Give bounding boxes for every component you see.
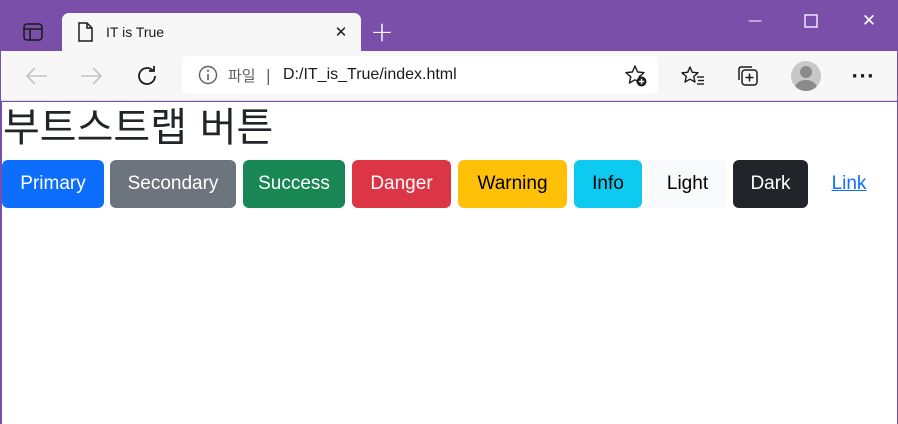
minimize-icon: — bbox=[748, 13, 762, 29]
profile-avatar[interactable] bbox=[791, 61, 821, 91]
address-bar[interactable]: 파일 | D:/IT_is_True/index.html bbox=[182, 56, 658, 94]
tab-actions-icon bbox=[23, 23, 43, 41]
forward-arrow-icon bbox=[81, 67, 102, 85]
page-title: 부트스트랩 버튼 bbox=[3, 105, 274, 151]
tab-bar: IT is True ✕ + — ✕ bbox=[1, 1, 897, 51]
page-icon bbox=[77, 22, 93, 42]
primary-button[interactable]: Primary bbox=[2, 160, 104, 208]
browser-window: IT is True ✕ + — ✕ 파일 | D:/IT_is_True/in… bbox=[0, 0, 898, 424]
add-favorite-button[interactable] bbox=[624, 64, 648, 88]
maximize-button[interactable] bbox=[783, 1, 839, 41]
warning-button[interactable]: Warning bbox=[458, 160, 567, 208]
page-content: 부트스트랩 버튼 Primary Secondary Success Dange… bbox=[2, 102, 897, 424]
dark-button[interactable]: Dark bbox=[733, 160, 808, 208]
secondary-button[interactable]: Secondary bbox=[110, 160, 236, 208]
light-button[interactable]: Light bbox=[649, 160, 726, 208]
favorites-icon bbox=[681, 66, 704, 85]
new-tab-button[interactable]: + bbox=[367, 17, 397, 47]
tab-close-button[interactable]: ✕ bbox=[331, 22, 351, 42]
back-arrow-icon bbox=[26, 67, 47, 85]
tab-title: IT is True bbox=[106, 24, 165, 40]
refresh-icon bbox=[138, 66, 156, 85]
add-favorite-icon bbox=[625, 65, 647, 87]
window-close-button[interactable]: ✕ bbox=[841, 1, 897, 41]
favorites-button[interactable] bbox=[676, 59, 710, 93]
more-button[interactable]: ··· bbox=[846, 59, 880, 93]
more-icon: ··· bbox=[851, 65, 875, 87]
navigation-toolbar: 파일 | D:/IT_is_True/index.html ··· bbox=[1, 51, 897, 101]
plus-icon: + bbox=[370, 15, 394, 48]
close-icon: ✕ bbox=[334, 23, 348, 41]
avatar-head bbox=[800, 66, 812, 78]
site-info-label: 파일 bbox=[228, 66, 256, 85]
danger-button[interactable]: Danger bbox=[352, 160, 451, 208]
link-button[interactable]: Link bbox=[815, 160, 883, 208]
browser-tab[interactable]: IT is True ✕ bbox=[62, 13, 361, 51]
success-button[interactable]: Success bbox=[243, 160, 345, 208]
refresh-button[interactable] bbox=[130, 59, 164, 93]
maximize-icon bbox=[804, 14, 818, 28]
tab-actions-button[interactable] bbox=[15, 15, 51, 49]
collections-button[interactable] bbox=[731, 59, 765, 93]
info-icon[interactable] bbox=[198, 65, 218, 85]
url-text[interactable]: D:/IT_is_True/index.html bbox=[283, 66, 457, 84]
minimize-button[interactable]: — bbox=[727, 1, 783, 41]
address-separator: | bbox=[265, 65, 271, 85]
window-close-icon: ✕ bbox=[861, 11, 877, 31]
forward-button[interactable] bbox=[74, 59, 108, 93]
info-button[interactable]: Info bbox=[574, 160, 642, 208]
back-button[interactable] bbox=[20, 59, 54, 93]
avatar-body bbox=[795, 80, 817, 91]
collections-icon bbox=[738, 66, 758, 86]
